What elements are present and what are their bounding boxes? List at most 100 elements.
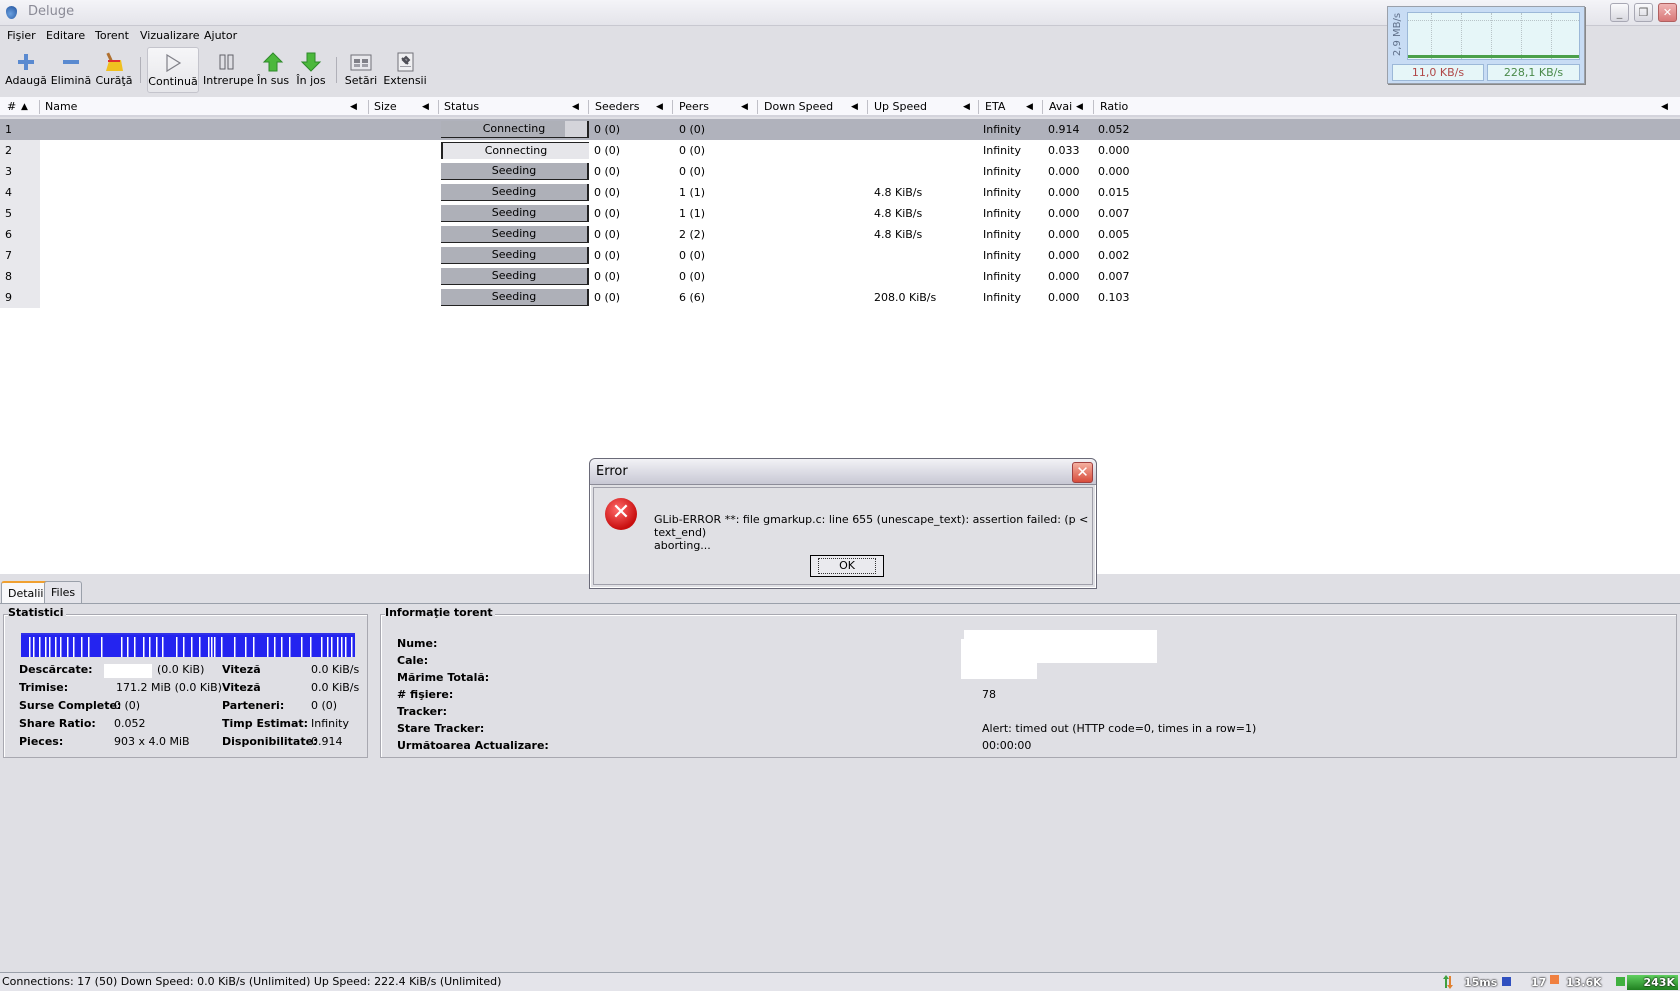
menu-editare[interactable]: Editare (46, 29, 85, 42)
torrent-row[interactable]: 2 0 (0) 0 (0) Infinity 0.033 0.000 Connecting (0, 140, 1680, 161)
column-menu-icon[interactable]: ◀ (350, 97, 357, 117)
cell-avail: 0.000 (1048, 291, 1080, 304)
pause-button[interactable]: Intrerupe (203, 47, 254, 93)
column-seeders[interactable]: Seeders (589, 97, 640, 117)
cell-avail: 0.000 (1048, 207, 1080, 220)
column-menu-icon[interactable]: ◀ (422, 97, 429, 117)
cell-avail: 0.914 (1048, 123, 1080, 136)
menu-vizualizare[interactable]: Vizualizare (140, 29, 200, 42)
column-number[interactable]: # (1, 97, 16, 117)
cell-eta: Infinity (983, 144, 1021, 157)
speed-graph-widget[interactable]: 2,9 MB/s 11,0 KB/s 228,1 KB/s (1387, 6, 1585, 84)
stat-label: Surse Complete: (19, 699, 122, 712)
toolbar-separator (336, 57, 337, 83)
resume-button[interactable]: Continuă (147, 47, 199, 93)
plugins-button[interactable]: Extensii (383, 47, 427, 93)
info-label: Mărime Totală: (397, 671, 490, 684)
minimize-button[interactable]: _ (1610, 3, 1629, 22)
menu-ajutor[interactable]: Ajutor (204, 29, 237, 42)
column-menu-icon[interactable]: ◀ (851, 97, 858, 117)
dialog-close-button[interactable]: ✕ (1072, 462, 1093, 483)
arrow-up-icon (262, 52, 284, 72)
cell-seeders: 0 (0) (594, 165, 621, 178)
settings-icon (350, 52, 372, 72)
missing-piece (199, 637, 201, 657)
torrent-row[interactable]: 8 0 (0) 0 (0) Infinity 0.000 0.007 Seeding (0, 266, 1680, 287)
download-speed-readout: 11,0 KB/s (1392, 64, 1484, 81)
missing-piece (289, 637, 291, 657)
ok-button[interactable]: OK (810, 555, 884, 577)
cell-avail: 0.000 (1048, 228, 1080, 241)
settings-button[interactable]: Setări (343, 47, 379, 93)
dialog-title: Error (596, 464, 628, 479)
torrent-row[interactable]: 3 0 (0) 0 (0) Infinity 0.000 0.000 Seeding (0, 161, 1680, 182)
tab-files[interactable]: Files (44, 581, 83, 603)
column-avail[interactable]: Avai (1043, 97, 1072, 117)
details-panel: Statistici Descărcate: (0.0 KiB) Viteză 0.0… (0, 603, 1680, 971)
column-status[interactable]: Status (438, 97, 479, 117)
torrent-row[interactable]: 7 0 (0) 0 (0) Infinity 0.000 0.002 Seeding (0, 245, 1680, 266)
column-name[interactable]: Name (39, 97, 77, 117)
info-label: Cale: (397, 654, 429, 667)
missing-piece (29, 637, 31, 657)
missing-piece (39, 637, 41, 657)
menu-torent[interactable]: Torent (95, 29, 129, 42)
missing-piece (208, 637, 210, 657)
column-menu-icon[interactable]: ◀ (1076, 97, 1083, 117)
torrent-row[interactable]: 9 0 (0) 6 (6) 208.0 KiB/s Infinity 0.000 0.103… (0, 287, 1680, 308)
column-menu-icon[interactable]: ◀ (572, 97, 579, 117)
torrent-info-title: Informaţie torent (385, 606, 495, 619)
column-menu-icon[interactable]: ◀ (1026, 97, 1033, 117)
tray-up: 243K (1627, 975, 1678, 990)
move-up-button[interactable]: În sus (257, 47, 289, 93)
plus-icon (15, 52, 37, 72)
close-button[interactable]: ✕ (1658, 3, 1677, 22)
column-menu-icon[interactable]: ◀ (656, 97, 663, 117)
up-down-arrows-icon (1443, 975, 1453, 989)
missing-piece (281, 637, 283, 657)
missing-piece (214, 637, 216, 657)
dialog-title-bar[interactable]: Error ✕ (590, 459, 1096, 485)
torrent-row[interactable]: 6 0 (0) 2 (2) 4.8 KiB/s Infinity 0.000 0.005 Se… (0, 224, 1680, 245)
cell-eta: Infinity (983, 186, 1021, 199)
column-up-speed[interactable]: Up Speed (868, 97, 927, 117)
column-ratio[interactable]: Ratio (1094, 97, 1128, 117)
pieces-fill (21, 635, 355, 657)
cell-ratio: 0.007 (1098, 207, 1130, 220)
torrent-row[interactable]: 1 0 (0) 0 (0) Infinity 0.914 0.052 Connecting (0, 119, 1680, 140)
cell-eta: Infinity (983, 228, 1021, 241)
minus-icon (60, 52, 82, 72)
cell-peers: 0 (0) (679, 165, 706, 178)
missing-piece (33, 637, 35, 657)
clean-button[interactable]: Curăţă (94, 47, 134, 93)
torrent-row[interactable]: 4 0 (0) 1 (1) 4.8 KiB/s Infinity 0.000 0.015 Se… (0, 182, 1680, 203)
column-menu-icon[interactable]: ◀ (741, 97, 748, 117)
info-label: Următoarea Actualizare: (397, 739, 549, 752)
missing-piece (351, 637, 353, 657)
cell-num: 4 (5, 186, 12, 199)
column-peers[interactable]: Peers (673, 97, 709, 117)
stat-label: Trimise: (19, 681, 69, 694)
missing-piece (60, 637, 62, 657)
column-eta[interactable]: ETA (979, 97, 1005, 117)
stat-value: 0.914 (311, 735, 343, 748)
torrent-row[interactable]: 5 0 (0) 1 (1) 4.8 KiB/s Infinity 0.000 0.007 Se… (0, 203, 1680, 224)
restore-button[interactable]: ❐ (1634, 3, 1653, 22)
missing-piece (191, 637, 193, 657)
graph-gridline (1521, 13, 1522, 59)
missing-piece (331, 637, 333, 657)
column-menu-icon[interactable]: ◀ (1661, 97, 1668, 117)
missing-piece (345, 637, 347, 657)
cell-eta: Infinity (983, 207, 1021, 220)
add-button[interactable]: Adaugă (4, 47, 48, 93)
menu-fisier[interactable]: Fişier (7, 29, 36, 42)
column-down-speed[interactable]: Down Speed (758, 97, 833, 117)
column-menu-icon[interactable]: ◀ (963, 97, 970, 117)
stat-label: Disponibilitate: (222, 735, 318, 748)
info-value: 00:00:00 (982, 739, 1032, 752)
missing-piece (143, 637, 145, 657)
column-size[interactable]: Size (368, 97, 397, 117)
move-down-button[interactable]: În jos (295, 47, 327, 93)
stat-label: Viteză (222, 663, 261, 676)
remove-button[interactable]: Elimină (50, 47, 92, 93)
